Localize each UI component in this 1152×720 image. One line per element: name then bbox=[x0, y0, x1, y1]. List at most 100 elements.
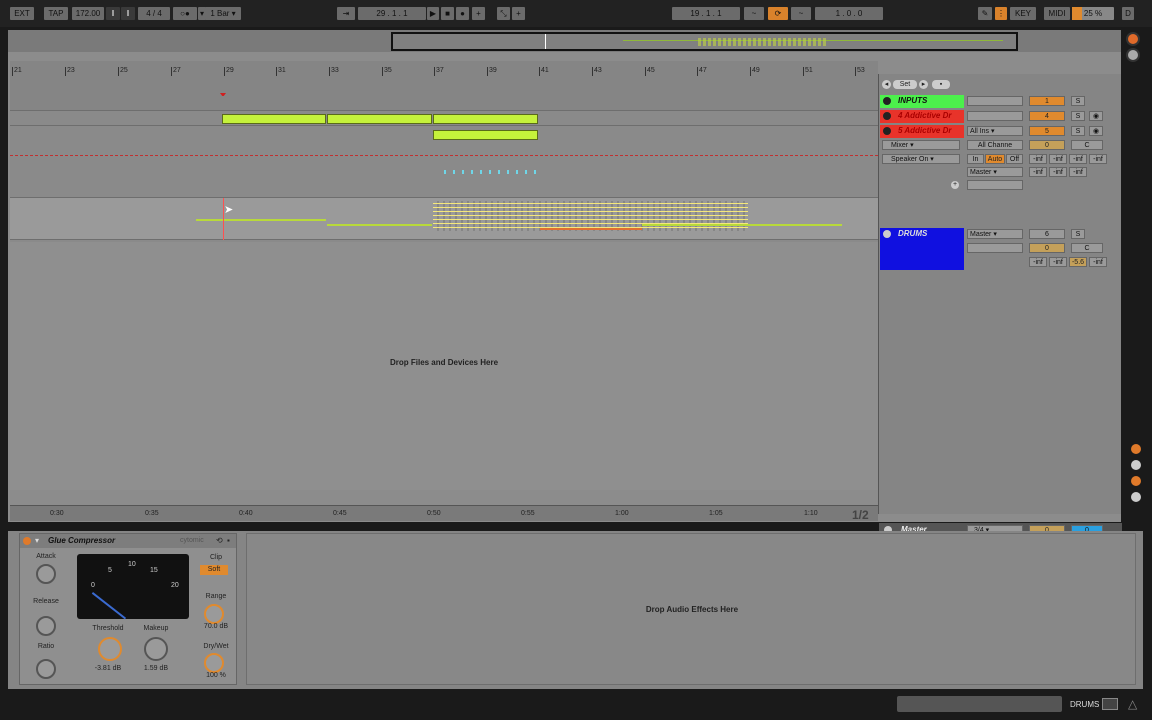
track-number[interactable]: 4 bbox=[1029, 111, 1065, 121]
input-field[interactable] bbox=[967, 111, 1023, 121]
time-ruler[interactable]: 0:30 0:35 0:40 0:45 0:50 0:55 1:00 1:05 … bbox=[10, 505, 878, 522]
nudge-up-icon[interactable]: ‖ bbox=[121, 7, 135, 20]
solo-button[interactable]: S bbox=[1071, 229, 1085, 239]
drywet-knob[interactable] bbox=[204, 653, 224, 673]
send-field[interactable]: -inf bbox=[1069, 167, 1087, 177]
ratio-knob[interactable] bbox=[36, 659, 56, 679]
set-button[interactable]: Set bbox=[893, 80, 917, 89]
io-toggle-icon[interactable] bbox=[1131, 444, 1141, 454]
input-field[interactable] bbox=[967, 96, 1023, 106]
track-header-5[interactable]: 5 Addictive Dr bbox=[880, 125, 964, 138]
volume-field[interactable]: 0 bbox=[1029, 140, 1065, 150]
speaker-select[interactable]: Speaker On ▾ bbox=[882, 154, 960, 164]
time-sig-numerator[interactable]: 4 bbox=[146, 9, 150, 18]
computer-keyboard-icon[interactable]: ⋮ bbox=[995, 7, 1007, 20]
mixer-toggle-icon[interactable] bbox=[1131, 476, 1141, 486]
output-channel-field[interactable] bbox=[967, 180, 1023, 190]
output-channel-field[interactable] bbox=[967, 243, 1023, 253]
tempo-field[interactable]: 172.00 bbox=[72, 7, 104, 20]
attack-knob[interactable] bbox=[36, 564, 56, 584]
overdub-icon[interactable]: + bbox=[472, 7, 485, 20]
send-field[interactable]: -inf bbox=[1049, 257, 1067, 267]
time-sig-denominator[interactable]: 4 bbox=[157, 9, 161, 18]
send-field[interactable]: -inf bbox=[1069, 154, 1087, 164]
monitor-auto-button[interactable]: Auto bbox=[985, 154, 1005, 164]
loop-start-field[interactable]: 19 . 1 . 1 bbox=[672, 7, 740, 20]
midi-clip[interactable] bbox=[433, 114, 538, 124]
add-icon[interactable]: + bbox=[951, 181, 959, 189]
arm-button[interactable]: ◉ bbox=[1089, 126, 1103, 136]
track-play-icon[interactable] bbox=[883, 97, 891, 105]
track-number[interactable]: 6 bbox=[1029, 229, 1065, 239]
save-preset-icon[interactable]: ▪ bbox=[227, 536, 230, 545]
solo-button[interactable]: S bbox=[1071, 126, 1085, 136]
track-header-inputs[interactable]: INPUTS bbox=[880, 95, 964, 108]
page-indicator[interactable]: 1/2 bbox=[852, 508, 869, 522]
device-title-bar[interactable]: ▾ Glue Compressor cytomic ⟲ ▪ bbox=[20, 534, 236, 548]
track-lanes[interactable]: ➤ Drop Files and Devices Here bbox=[10, 96, 878, 490]
solo-button[interactable]: S bbox=[1071, 111, 1085, 121]
send-field[interactable]: -inf bbox=[1029, 257, 1047, 267]
track-play-icon[interactable] bbox=[883, 230, 891, 238]
nudge-down-icon[interactable]: ‖ bbox=[106, 7, 120, 20]
crossfader-toggle-icon[interactable] bbox=[1131, 492, 1141, 502]
triangle-toggle-icon[interactable]: △ bbox=[1128, 697, 1137, 711]
track-lane-5[interactable] bbox=[10, 126, 878, 198]
lock-icon[interactable]: ▪ bbox=[932, 80, 950, 89]
detail-view-icon[interactable] bbox=[1102, 698, 1118, 710]
quantize-select[interactable]: 1 Bar ▾ bbox=[205, 7, 241, 20]
add-locator-icon[interactable]: + bbox=[512, 7, 525, 20]
send-field[interactable]: -inf bbox=[1049, 154, 1067, 164]
metronome-button[interactable]: ○● bbox=[173, 7, 197, 20]
returns-toggle-icon[interactable] bbox=[1131, 460, 1141, 470]
selected-track-name[interactable]: DRUMS bbox=[1070, 700, 1099, 709]
midi-clip[interactable] bbox=[327, 114, 432, 124]
arm-button[interactable]: ◉ bbox=[1089, 111, 1103, 121]
record-icon[interactable]: ● bbox=[456, 7, 469, 20]
time-signature[interactable]: 4 / 4 bbox=[138, 7, 170, 20]
input-channel-select[interactable]: All Channe bbox=[967, 140, 1023, 150]
track-number[interactable]: 1 bbox=[1029, 96, 1065, 106]
track-number[interactable]: 5 bbox=[1029, 126, 1065, 136]
range-knob[interactable] bbox=[204, 604, 224, 624]
input-type-select[interactable]: All Ins ▾ bbox=[967, 126, 1023, 136]
mixer-select[interactable]: Mixer ▾ bbox=[882, 140, 960, 150]
output-select[interactable]: Master ▾ bbox=[967, 229, 1023, 239]
nav-left-icon[interactable]: ◂ bbox=[882, 80, 891, 89]
stop-icon[interactable]: ■ bbox=[441, 7, 454, 20]
track-header-drums[interactable]: DRUMS bbox=[880, 228, 964, 270]
track-lane-drums[interactable]: ➤ bbox=[10, 198, 878, 240]
automation-arm-icon[interactable]: ⤡ bbox=[497, 7, 510, 20]
ext-sync-button[interactable]: EXT bbox=[10, 7, 34, 20]
key-map-button[interactable]: KEY bbox=[1010, 7, 1036, 20]
midi-map-button[interactable]: MIDI bbox=[1044, 7, 1070, 20]
fold-icon[interactable]: ▾ bbox=[35, 536, 39, 545]
midi-clip[interactable] bbox=[222, 114, 326, 124]
device-power-icon[interactable] bbox=[23, 537, 31, 545]
send-field[interactable]: -inf bbox=[1029, 154, 1047, 164]
hot-swap-icon[interactable]: ⟲ bbox=[216, 536, 223, 545]
song-position-field[interactable]: 29 . 1 . 1 bbox=[358, 7, 426, 20]
overview-window[interactable] bbox=[391, 32, 1018, 51]
pan-field[interactable]: C bbox=[1071, 140, 1103, 150]
drop-area[interactable]: Drop Files and Devices Here bbox=[10, 242, 878, 490]
track-header-4[interactable]: 4 Addictive Dr bbox=[880, 110, 964, 123]
track-lane-inputs[interactable] bbox=[10, 96, 878, 111]
tap-tempo-button[interactable]: TAP bbox=[44, 7, 68, 20]
solo-button[interactable]: S bbox=[1071, 96, 1085, 106]
monitor-in-button[interactable]: In bbox=[967, 154, 984, 164]
send-field[interactable]: -inf bbox=[1089, 154, 1107, 164]
glue-compressor-device[interactable]: ▾ Glue Compressor cytomic ⟲ ▪ Attack Rel… bbox=[19, 533, 237, 685]
send-field[interactable]: -5.6 bbox=[1069, 257, 1087, 267]
threshold-knob[interactable] bbox=[98, 637, 122, 661]
send-field[interactable]: -inf bbox=[1029, 167, 1047, 177]
overview-bar[interactable] bbox=[8, 30, 1121, 52]
punch-out-icon[interactable]: ~ bbox=[791, 7, 811, 20]
soft-clip-button[interactable]: Soft bbox=[200, 565, 228, 575]
automation-line[interactable] bbox=[10, 155, 878, 156]
view-switch-icon[interactable] bbox=[1126, 48, 1140, 62]
track-play-icon[interactable] bbox=[883, 112, 891, 120]
nav-right-icon[interactable]: ▸ bbox=[919, 80, 928, 89]
makeup-knob[interactable] bbox=[144, 637, 168, 661]
send-field[interactable]: -inf bbox=[1089, 257, 1107, 267]
